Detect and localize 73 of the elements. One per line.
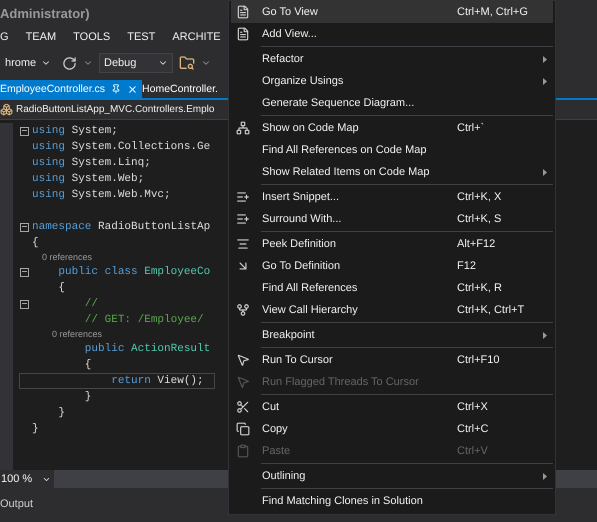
menu-item[interactable]: TOOLS <box>73 31 110 43</box>
network-icon <box>236 121 250 135</box>
menu-item[interactable]: Find Matching Clones in Solution <box>231 490 553 512</box>
menu-item[interactable]: Run To Cursor Ctrl+F10 <box>231 349 553 371</box>
folder-search-icon[interactable] <box>179 55 195 71</box>
code-line: using System.Web; <box>32 173 144 185</box>
code-line: return View(); <box>110 375 204 387</box>
menu-item[interactable]: Insert Snippet... Ctrl+K, X <box>231 186 553 208</box>
menu-item[interactable]: Refactor <box>231 48 553 70</box>
menu-item[interactable]: View Call Hierarchy Ctrl+K, Ctrl+T <box>231 299 553 321</box>
code-line: // GET: /Employee/ <box>84 314 204 326</box>
document-icon <box>236 5 250 19</box>
menu-item[interactable]: Go To Definition F12 <box>231 255 553 277</box>
copy-icon <box>236 422 250 436</box>
lines-icon <box>236 237 250 251</box>
pointer-icon <box>236 375 250 389</box>
code-line: { <box>57 282 66 294</box>
code-line: public ActionResult <box>84 343 210 355</box>
menu-item[interactable]: Generate Sequence Diagram... <box>231 92 553 114</box>
refresh-icon[interactable] <box>62 56 77 70</box>
code-line: using System; <box>32 125 118 137</box>
menu-item[interactable]: Cut Ctrl+X <box>231 396 553 418</box>
fold-toggle[interactable] <box>20 222 29 232</box>
code-line: // <box>84 298 98 310</box>
list-plus-icon <box>236 190 250 204</box>
code-line: public class EmployeeCo <box>57 266 210 278</box>
reference-count: 0 references <box>41 252 92 263</box>
window-title: Administrator) <box>0 6 90 20</box>
code-line: namespace RadioButtonListAp <box>32 221 210 233</box>
fold-toggle[interactable] <box>20 268 29 276</box>
menu-item[interactable]: G <box>0 31 9 43</box>
menu-item[interactable]: TEAM <box>26 31 56 43</box>
menu-item[interactable]: Show on Code Map Ctrl+` <box>231 117 553 139</box>
menu-item[interactable]: Peek Definition Alt+F12 <box>231 233 553 255</box>
menu-item[interactable]: Find All References on Code Map <box>231 139 553 161</box>
document-tab[interactable]: EmployeeController.cs <box>0 80 142 98</box>
menu-item[interactable]: Organize Usings <box>231 70 553 92</box>
code-line: } <box>84 391 92 403</box>
code-line: } <box>32 423 39 435</box>
menu-item[interactable]: Find All References Ctrl+K, R <box>231 277 553 299</box>
document-tab[interactable]: HomeController. <box>142 80 222 98</box>
code-line: } <box>57 407 66 419</box>
output-title: Output <box>0 498 34 510</box>
menu-item[interactable]: ARCHITE <box>172 31 221 43</box>
navigation-path[interactable]: RadioButtonListApp_MVC.Controllers.Emplo <box>16 104 214 115</box>
code-line: { <box>32 237 39 249</box>
pin-icon[interactable] <box>111 84 122 94</box>
document-icon <box>236 27 250 41</box>
close-icon[interactable] <box>127 84 138 94</box>
menu-item[interactable]: Add View... <box>231 23 553 45</box>
class-icon <box>0 103 13 116</box>
menu-item[interactable]: TEST <box>127 31 156 43</box>
list-plus-icon <box>236 212 250 226</box>
menu-item[interactable]: Copy Ctrl+C <box>231 418 553 440</box>
code-line: using System.Collections.Ge <box>32 141 210 153</box>
menu-item[interactable]: Surround With... Ctrl+K, S <box>231 208 553 230</box>
fold-toggle[interactable] <box>20 300 29 308</box>
browser-dropdown[interactable]: hrome <box>0 53 56 73</box>
menu-item[interactable]: Go To View Ctrl+M, Ctrl+G <box>231 1 553 23</box>
scissors-icon <box>236 400 250 414</box>
menu-item[interactable]: Outlining <box>231 465 553 487</box>
pointer-icon <box>236 353 250 367</box>
code-line: using System.Linq; <box>32 157 151 169</box>
clipboard-icon <box>236 444 250 458</box>
menu-item[interactable]: Breakpoint <box>231 324 553 346</box>
fork-icon <box>236 303 250 317</box>
fold-toggle[interactable] <box>20 126 29 136</box>
code-line: using System.Web.Mvc; <box>32 189 171 201</box>
reference-count: 0 references <box>51 329 102 340</box>
configuration-dropdown[interactable]: Debug <box>99 53 173 73</box>
zoom-dropdown[interactable]: 100 % <box>0 470 54 488</box>
menu-item[interactable]: Show Related Items on Code Map <box>231 161 553 183</box>
code-line: { <box>84 359 92 371</box>
